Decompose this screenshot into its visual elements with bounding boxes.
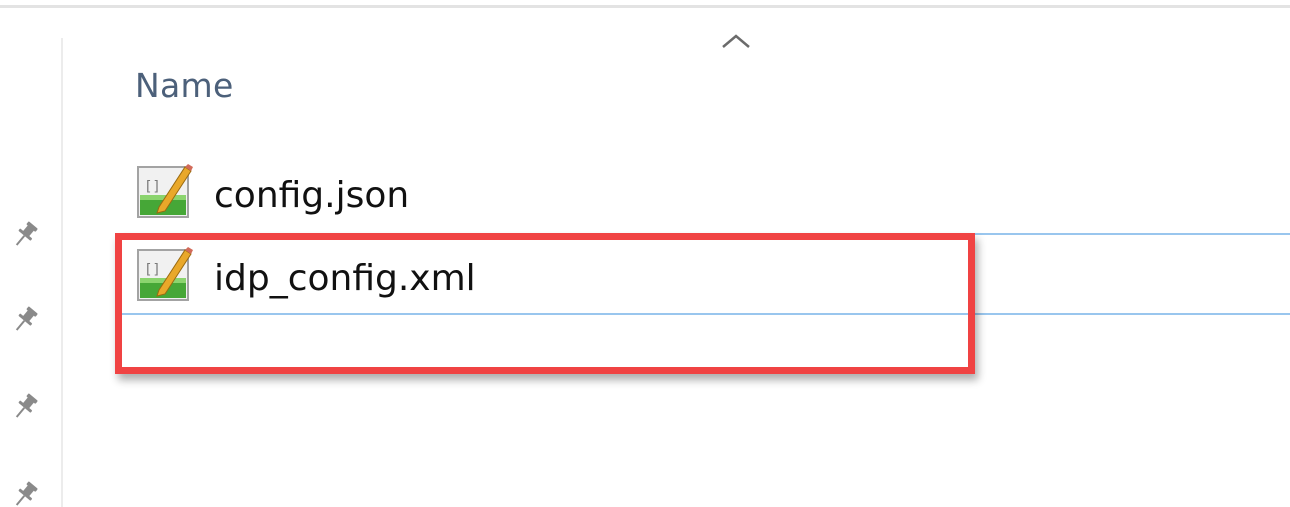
pin-icon[interactable] xyxy=(8,478,42,507)
file-row-config-json[interactable]: [] config.json xyxy=(0,155,1290,235)
file-explorer-view: Name [] config.json [] idp_config.xml xyxy=(0,0,1290,507)
pin-icon[interactable] xyxy=(8,390,42,424)
text-file-icon: [] xyxy=(137,164,193,218)
svg-text:[]: [] xyxy=(144,179,161,195)
highlight-annotation-box xyxy=(115,233,975,374)
name-column-header[interactable]: Name xyxy=(135,66,234,105)
chevron-up-icon[interactable] xyxy=(720,32,752,50)
ribbon-border xyxy=(0,5,1290,8)
file-name[interactable]: config.json xyxy=(214,175,409,216)
